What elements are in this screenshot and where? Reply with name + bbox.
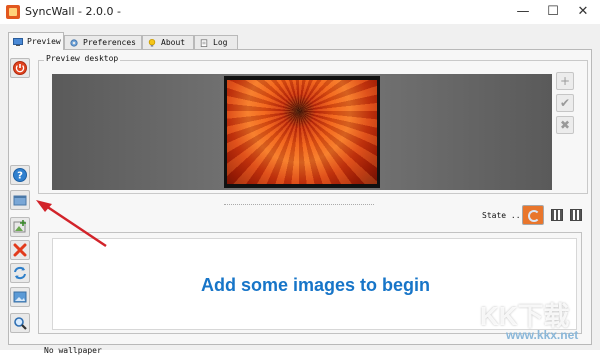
watermark-url: www.kkx.net	[506, 328, 579, 342]
tab-preview[interactable]: Preview	[8, 32, 64, 50]
monitor-icon	[13, 38, 23, 46]
watermark: KK下载 www.kkx.net	[480, 296, 598, 346]
tab-preview-label: Preview	[27, 37, 61, 46]
